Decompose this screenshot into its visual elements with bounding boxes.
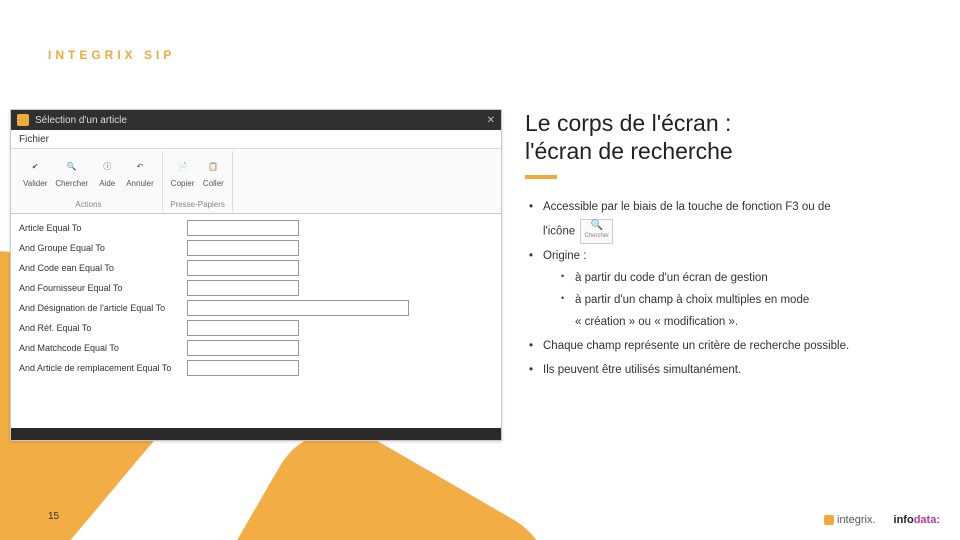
field-label: Article Equal To (19, 223, 179, 233)
ribbon-valider[interactable]: ✔ Valider (21, 153, 49, 190)
slide-body: Accessible par le biais de la touche de … (525, 197, 945, 381)
field-input[interactable] (187, 280, 299, 296)
logo-integrix: integrix. (824, 514, 876, 526)
sub-bullet: à partir d'un champ à choix multiples en… (559, 290, 945, 334)
field-label: And Désignation de l'article Equal To (19, 303, 179, 313)
app-screenshot: Sélection d'un article ✕ Fichier ✔ Valid… (10, 109, 502, 441)
field-input[interactable] (187, 300, 409, 316)
title-line2: l'écran de recherche (525, 138, 733, 164)
field-input[interactable] (187, 360, 299, 376)
ribbon-group-clipboard: Presse-Papiers (169, 200, 227, 209)
field-input[interactable] (187, 320, 299, 336)
bullet: Ils peuvent être utilisés simultanément. (525, 360, 945, 382)
search-form: Article Equal To And Groupe Equal To And… (11, 214, 501, 428)
field-label: And Réf. Equal To (19, 323, 179, 333)
search-icon: 🔍 (61, 155, 83, 177)
bullet: Origine : à partir du code d'un écran de… (525, 246, 945, 333)
bullet: Chaque champ représente un critère de re… (525, 336, 945, 358)
info-icon: ⓘ (96, 155, 118, 177)
title-line1: Le corps de l'écran : (525, 110, 731, 136)
copy-icon: 📄 (172, 155, 194, 177)
field-input[interactable] (187, 240, 299, 256)
menu-bar: Fichier (11, 130, 501, 149)
window-title: Sélection d'un article (35, 115, 127, 126)
field-label: And Matchcode Equal To (19, 343, 179, 353)
close-icon[interactable]: ✕ (487, 115, 495, 126)
ribbon-annuler[interactable]: ↶ Annuler (124, 153, 156, 190)
ribbon-group-actions: Actions (21, 200, 156, 209)
ribbon-aide[interactable]: ⓘ Aide (94, 153, 120, 190)
paste-icon: 📋 (202, 155, 224, 177)
menu-file[interactable]: Fichier (19, 134, 49, 145)
logo-integrix-icon (824, 515, 834, 525)
title-underline (525, 175, 557, 179)
logo-infodata: infodata: (894, 514, 940, 526)
field-label: And Fournisseur Equal To (19, 283, 179, 293)
window-titlebar: Sélection d'un article ✕ (11, 110, 501, 130)
brand-label: INTEGRIX SIP (48, 48, 175, 62)
field-input[interactable] (187, 340, 299, 356)
cancel-icon: ↶ (129, 155, 151, 177)
bullet: Accessible par le biais de la touche de … (525, 197, 945, 244)
field-label: And Groupe Equal To (19, 243, 179, 253)
footer-logos: integrix. infodata: (824, 514, 940, 526)
slide-title: Le corps de l'écran : l'écran de recherc… (525, 110, 945, 165)
sub-bullet: à partir du code d'un écran de gestion (559, 268, 945, 290)
window-statusbar (11, 428, 501, 440)
ribbon-coller[interactable]: 📋 Coller (200, 153, 226, 190)
field-label: And Code ean Equal To (19, 263, 179, 273)
inline-search-button: 🔍 Chercher (580, 219, 613, 244)
ribbon-copier[interactable]: 📄 Copier (169, 153, 197, 190)
app-icon (17, 114, 29, 126)
field-input[interactable] (187, 220, 299, 236)
page-number: 15 (48, 511, 59, 522)
field-input[interactable] (187, 260, 299, 276)
slide-content: Le corps de l'écran : l'écran de recherc… (525, 110, 945, 383)
field-label: And Article de remplacement Equal To (19, 363, 179, 373)
check-icon: ✔ (24, 155, 46, 177)
search-icon: 🔍 (591, 221, 603, 231)
ribbon: ✔ Valider 🔍 Chercher ⓘ Aide ↶ Annuler (11, 149, 501, 214)
ribbon-chercher[interactable]: 🔍 Chercher (53, 153, 90, 190)
